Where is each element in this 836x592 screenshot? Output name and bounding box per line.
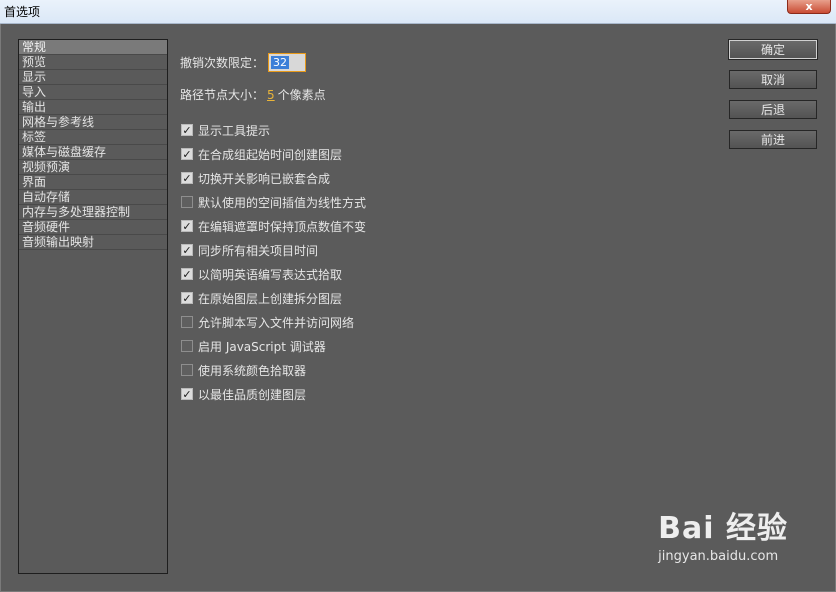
checkbox-unchecked[interactable] [181,316,193,328]
category-list[interactable]: 常规 预览 显示 导入 输出 网格与参考线 标签 媒体与磁盘缓存 视频预演 界面 自动存储 内存与多处… [18,39,168,574]
undo-limit-value: 32 [271,56,290,69]
option-label: 默认使用的空间插值为线性方式 [198,195,367,210]
category-item[interactable]: 标签 [19,130,167,145]
checkbox-unchecked[interactable] [181,196,193,208]
close-button[interactable]: x [787,0,831,14]
option-row[interactable]: ✓ 在编辑遮罩时保持顶点数值不变 [181,218,366,234]
category-item[interactable]: 媒体与磁盘缓存 [19,145,167,160]
forward-button[interactable]: 前进 [729,130,817,149]
watermark: Bai 经验 jingyan.baidu.com [658,503,788,564]
option-label: 同步所有相关项目时间 [198,243,319,258]
path-node-size-row: 路径节点大小： 5 个像素点 [180,86,326,103]
checkmark-icon: ✓ [182,267,192,281]
option-label: 在编辑遮罩时保持顶点数值不变 [198,219,367,234]
category-item[interactable]: 音频输出映射 [19,235,167,250]
option-label: 使用系统颜色拾取器 [198,363,307,378]
category-item[interactable]: 网格与参考线 [19,115,167,130]
watermark-url: jingyan.baidu.com [658,549,779,564]
option-label: 切换开关影响已嵌套合成 [198,171,331,186]
checkbox-checked[interactable]: ✓ [181,124,193,136]
option-row[interactable]: 允许脚本写入文件并访问网络 [181,314,354,330]
category-item[interactable]: 音频硬件 [19,220,167,235]
checkmark-icon: ✓ [182,123,192,137]
checkmark-icon: ✓ [182,171,192,185]
option-row[interactable]: ✓ 同步所有相关项目时间 [181,242,318,258]
checkbox-checked[interactable]: ✓ [181,172,193,184]
checkmark-icon: ✓ [182,387,192,401]
checkbox-unchecked[interactable] [181,364,193,376]
option-row[interactable]: ✓ 以简明英语编写表达式拾取 [181,266,342,282]
close-icon: x [805,0,813,13]
checkbox-checked[interactable]: ✓ [181,268,193,280]
option-label: 以简明英语编写表达式拾取 [198,267,343,282]
option-row[interactable]: 默认使用的空间插值为线性方式 [181,194,366,210]
category-item[interactable]: 导入 [19,85,167,100]
checkbox-checked[interactable]: ✓ [181,388,193,400]
option-label: 以最佳品质创建图层 [198,387,307,402]
path-node-size-value[interactable]: 5 [267,88,275,102]
category-item[interactable]: 常规 [19,40,167,55]
checkmark-icon: ✓ [182,291,192,305]
checkbox-checked[interactable]: ✓ [181,148,193,160]
category-item[interactable]: 预览 [19,55,167,70]
option-label: 在原始图层上创建拆分图层 [198,291,343,306]
option-row[interactable]: ✓ 在原始图层上创建拆分图层 [181,290,342,306]
checkbox-unchecked[interactable] [181,340,193,352]
checkbox-checked[interactable]: ✓ [181,292,193,304]
category-item[interactable]: 显示 [19,70,167,85]
ok-button[interactable]: 确定 [728,39,818,60]
checkmark-icon: ✓ [182,147,192,161]
title-bar: 首选项 x [0,0,836,24]
path-node-size-label: 路径节点大小： [180,88,265,102]
option-row[interactable]: ✓ 在合成组起始时间创建图层 [181,146,342,162]
undo-limit-input[interactable]: 32 [268,53,307,72]
option-row[interactable]: ✓ 切换开关影响已嵌套合成 [181,170,330,186]
checkmark-icon: ✓ [182,243,192,257]
cancel-button[interactable]: 取消 [729,70,817,89]
option-label: 在合成组起始时间创建图层 [198,147,343,162]
checkbox-checked[interactable]: ✓ [181,220,193,232]
option-row[interactable]: ✓ 以最佳品质创建图层 [181,386,306,402]
option-row[interactable]: 使用系统颜色拾取器 [181,362,306,378]
category-item[interactable]: 自动存储 [19,190,167,205]
checkbox-checked[interactable]: ✓ [181,244,193,256]
category-item[interactable]: 界面 [19,175,167,190]
option-label: 显示工具提示 [198,123,271,138]
window-title: 首选项 [4,5,41,19]
watermark-logo: Bai 经验 [658,511,788,546]
back-button[interactable]: 后退 [729,100,817,119]
option-row[interactable]: ✓ 显示工具提示 [181,122,270,138]
category-item[interactable]: 输出 [19,100,167,115]
category-item[interactable]: 内存与多处理器控制 [19,205,167,220]
option-row[interactable]: 启用 JavaScript 调试器 [181,338,326,354]
option-label: 允许脚本写入文件并访问网络 [198,315,355,330]
option-label: 启用 JavaScript 调试器 [198,339,326,354]
category-item[interactable]: 视频预演 [19,160,167,175]
checkmark-icon: ✓ [182,219,192,233]
undo-limit-label: 撤销次数限定： [180,56,265,70]
path-node-size-unit: 个像素点 [277,88,326,102]
undo-limit-row: 撤销次数限定： 32 [180,53,307,72]
